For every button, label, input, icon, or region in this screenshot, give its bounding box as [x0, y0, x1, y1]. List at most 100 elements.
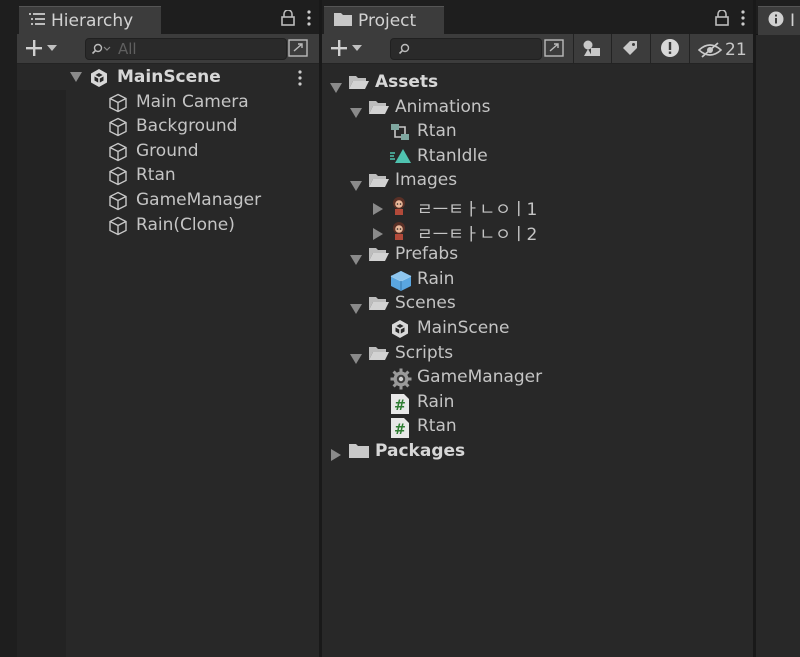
- warning-icon[interactable]: [660, 38, 680, 62]
- hidden-count: 21: [725, 40, 747, 60]
- search-icon: [398, 43, 410, 55]
- tab-hierarchy[interactable]: Hierarchy: [19, 6, 161, 35]
- unity-logo-icon: [91, 69, 107, 87]
- folder-row[interactable]: Animations: [322, 96, 753, 120]
- folder-icon: [348, 442, 370, 465]
- cube-icon: [108, 142, 128, 167]
- hierarchy-item[interactable]: Rain(Clone): [17, 214, 319, 238]
- inspector-tab-bar: I: [756, 0, 800, 35]
- asset-label: MainScene: [417, 318, 510, 338]
- expand-arrow-icon[interactable]: [373, 225, 383, 245]
- asset-row[interactable]: # Rtan: [322, 415, 753, 439]
- folder-label: Animations: [395, 96, 491, 117]
- cube-icon: [108, 191, 128, 216]
- filter-by-type-icon[interactable]: [582, 39, 602, 61]
- sprite-thumbnail-icon: [390, 196, 408, 221]
- animator-controller-icon: [390, 122, 410, 147]
- dropdown-arrow-icon: [352, 45, 362, 51]
- lock-icon[interactable]: [715, 9, 729, 30]
- folder-open-icon: [368, 171, 390, 194]
- asset-label: ㄹㅡㅌㅏㄴㅇㅣ2: [417, 224, 538, 245]
- plus-icon: [26, 40, 42, 56]
- asset-label: Rain: [417, 268, 455, 289]
- cube-icon: [108, 93, 128, 118]
- folder-icon: [334, 11, 352, 31]
- popout-icon[interactable]: [288, 39, 308, 61]
- folder-label: Scripts: [395, 342, 454, 363]
- cube-icon: [108, 216, 128, 241]
- asset-label: Rain: [417, 391, 455, 412]
- hierarchy-search-input[interactable]: All: [85, 38, 287, 60]
- project-tab-bar: Project: [322, 0, 753, 35]
- expand-arrow-icon[interactable]: [373, 200, 383, 220]
- asset-label: ㄹㅡㅌㅏㄴㅇㅣ1: [417, 200, 538, 220]
- inspector-panel: I: [756, 0, 800, 657]
- expand-arrow-icon[interactable]: [331, 446, 341, 466]
- svg-text:#: #: [394, 422, 406, 438]
- assets-folder-row[interactable]: Assets: [322, 71, 753, 95]
- folder-row[interactable]: Scripts: [322, 342, 753, 366]
- folder-row[interactable]: Scenes: [322, 292, 753, 316]
- packages-label: Packages: [375, 441, 466, 461]
- eye-hidden-icon: [698, 42, 722, 58]
- kebab-menu-icon[interactable]: [741, 10, 745, 30]
- lock-icon[interactable]: [281, 9, 295, 30]
- hierarchy-item[interactable]: Background: [17, 115, 319, 139]
- asset-label: RtanIdle: [417, 145, 488, 166]
- tab-project-label: Project: [358, 11, 417, 31]
- cube-icon: [108, 166, 128, 191]
- hidden-packages-toggle[interactable]: 21: [698, 40, 747, 60]
- asset-row[interactable]: ㄹㅡㅌㅏㄴㅇㅣ1: [322, 194, 753, 221]
- asset-row[interactable]: GameManager: [322, 366, 753, 390]
- asset-label: GameManager: [417, 367, 543, 388]
- folder-label: Scenes: [395, 293, 456, 314]
- hierarchy-item[interactable]: GameManager: [17, 189, 319, 213]
- tab-inspector[interactable]: I: [758, 6, 800, 35]
- cube-icon: [108, 117, 128, 142]
- asset-label: Rtan: [417, 121, 457, 142]
- create-asset-button[interactable]: [330, 36, 362, 60]
- hierarchy-item-label: Rain(Clone): [136, 214, 235, 235]
- scene-menu-icon[interactable]: [298, 70, 302, 86]
- dropdown-arrow-icon: [47, 45, 57, 51]
- folder-open-icon: [348, 73, 370, 96]
- search-icon: [91, 43, 111, 55]
- assets-label: Assets: [375, 72, 439, 92]
- asset-row[interactable]: Rtan: [322, 120, 753, 144]
- popout-icon[interactable]: [544, 39, 564, 61]
- hierarchy-tab-bar: Hierarchy: [17, 0, 319, 35]
- kebab-menu-icon[interactable]: [307, 10, 311, 30]
- scene-row[interactable]: MainScene: [17, 66, 319, 90]
- folder-row[interactable]: Images: [322, 169, 753, 193]
- hierarchy-item[interactable]: Ground: [17, 140, 319, 164]
- hierarchy-item-label: Rtan: [136, 165, 176, 186]
- hierarchy-item[interactable]: Rtan: [17, 164, 319, 188]
- project-search-input[interactable]: [390, 38, 542, 60]
- plus-icon: [331, 40, 347, 56]
- hierarchy-item[interactable]: Main Camera: [17, 91, 319, 115]
- create-button[interactable]: [25, 36, 57, 60]
- sprite-thumbnail-icon: [390, 221, 408, 246]
- packages-folder-row[interactable]: Packages: [322, 440, 753, 464]
- hierarchy-item-label: Background: [136, 116, 238, 137]
- folder-open-icon: [368, 294, 390, 317]
- hierarchy-item-label: Ground: [136, 140, 199, 161]
- filter-by-label-icon[interactable]: [621, 39, 639, 61]
- asset-row[interactable]: ㄹㅡㅌㅏㄴㅇㅣ2: [322, 219, 753, 246]
- asset-row[interactable]: # Rain: [322, 391, 753, 415]
- asset-row[interactable]: Rain: [322, 268, 753, 292]
- asset-row[interactable]: MainScene: [322, 317, 753, 341]
- tab-project[interactable]: Project: [324, 6, 444, 35]
- hierarchy-tree: MainScene Main Camera Background Ground Rta…: [17, 66, 319, 657]
- folder-row[interactable]: Prefabs: [322, 243, 753, 267]
- hierarchy-item-label: GameManager: [136, 190, 262, 210]
- project-toolbar: 21: [322, 34, 753, 64]
- hierarchy-item-label: Main Camera: [136, 91, 249, 112]
- animation-clip-icon: [390, 147, 412, 170]
- search-placeholder: All: [118, 40, 137, 58]
- folder-open-icon: [368, 98, 390, 121]
- unity-scene-icon: [390, 319, 410, 344]
- expand-arrow-icon[interactable]: [70, 72, 82, 82]
- asset-row[interactable]: RtanIdle: [322, 145, 753, 169]
- folder-label: Images: [395, 170, 458, 191]
